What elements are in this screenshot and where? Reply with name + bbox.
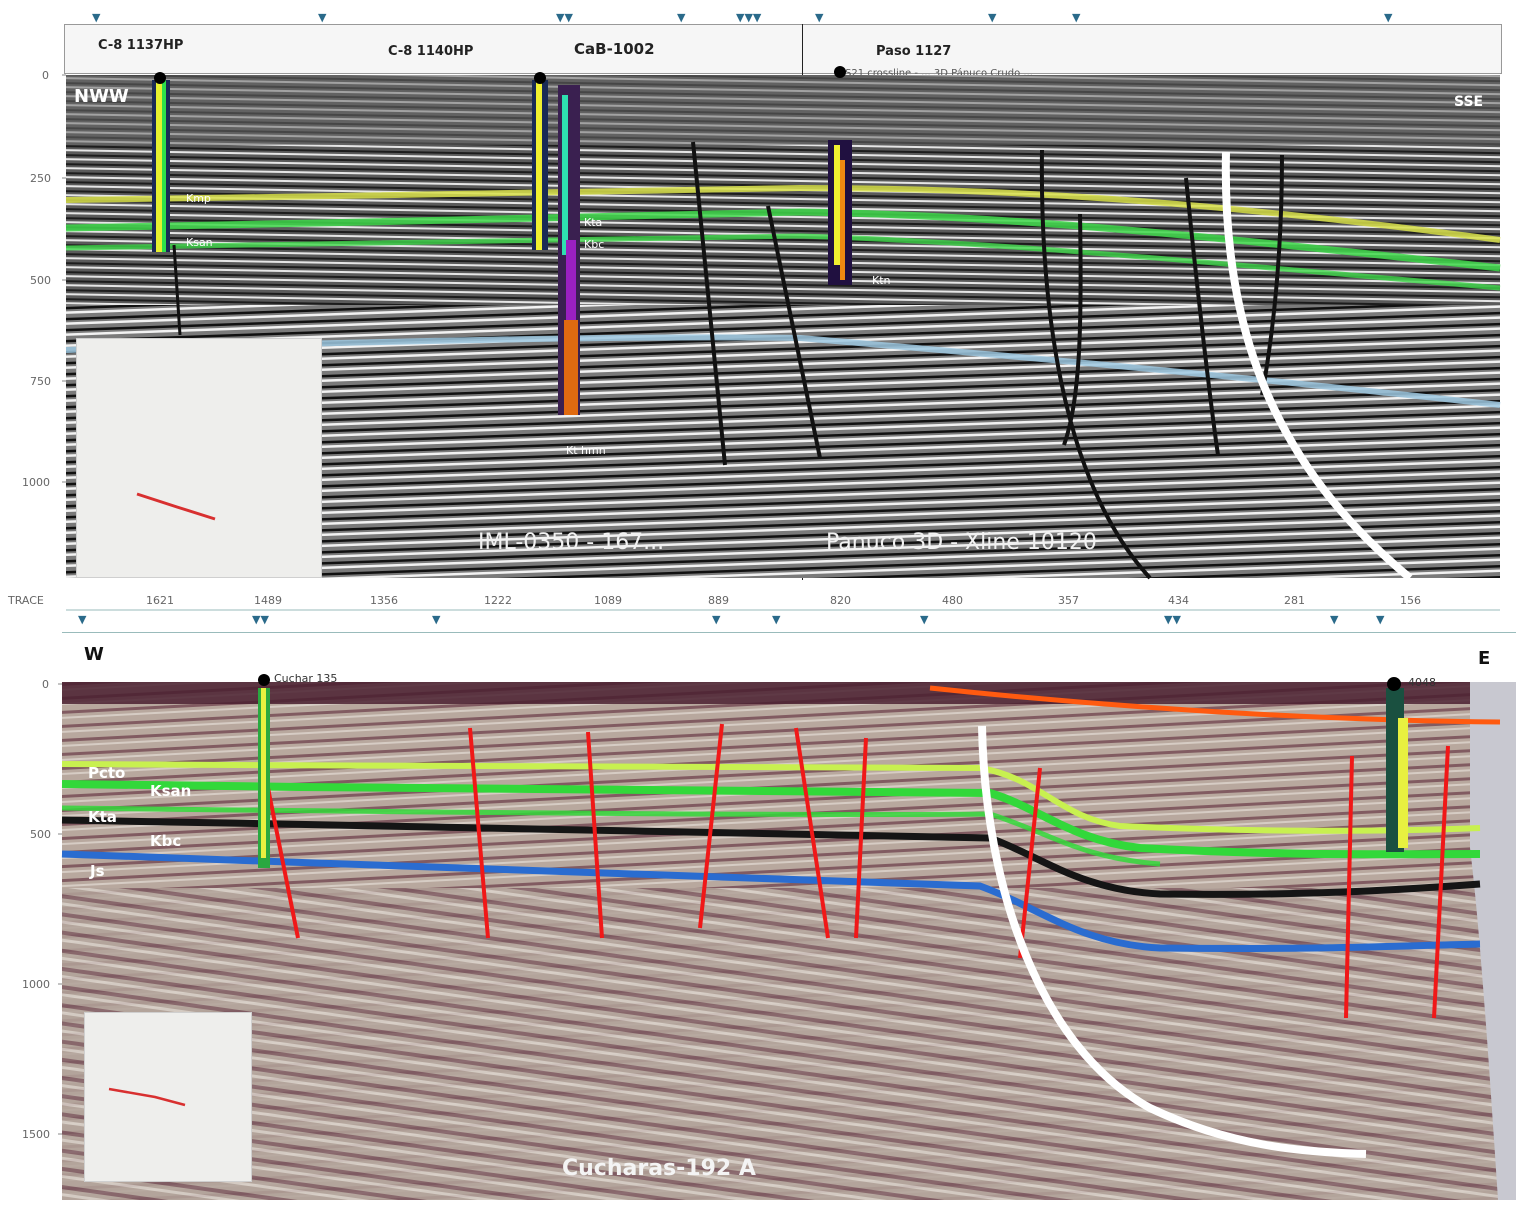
well-marker-icon: ▼	[920, 613, 929, 625]
location-inset-map	[84, 1012, 252, 1182]
top-seismic-panel: ▼ ▼ ▼▼ ▼ ▼▼▼ ▼ ▼ ▼ ▼ C-8 1137HP C-8 1140…	[0, 0, 1526, 625]
line-label-right: Panuco 3D - Xline 10120	[826, 530, 1097, 555]
well-marker-icon: ▼	[1376, 613, 1385, 625]
x-tick: 1356	[370, 594, 398, 607]
well-marker-icon: ▼▼	[1164, 613, 1181, 625]
well-marker-icon: ▼	[772, 613, 781, 625]
y-tick: 0	[42, 678, 49, 691]
horizon-label: Kbc	[150, 832, 182, 850]
direction-label-sse: SSE	[1454, 94, 1484, 110]
horizon-label: Kmp	[186, 192, 211, 205]
x-tick: 889	[708, 594, 729, 607]
x-tick: 281	[1284, 594, 1305, 607]
well-track-c8-1137hp	[152, 72, 170, 252]
x-tick: 434	[1168, 594, 1189, 607]
location-inset-map	[76, 338, 322, 578]
x-tick: 1621	[146, 594, 174, 607]
well-track-c8-1140hp	[532, 72, 548, 250]
direction-label-nww: NWW	[74, 86, 129, 107]
y-tick: 500	[30, 274, 51, 287]
x-tick: 156	[1400, 594, 1421, 607]
well-label-left: Cuchar 135	[274, 672, 338, 685]
well-track-left	[258, 674, 270, 868]
horizon-label: Kta	[88, 808, 117, 826]
location-line-icon	[108, 1087, 186, 1107]
location-line-icon	[136, 492, 216, 521]
x-tick: 820	[830, 594, 851, 607]
well-track-cab-1002	[558, 85, 580, 415]
x-axis-label: TRACE	[8, 594, 44, 607]
line-label-left: IML-0350 - 167...	[478, 530, 665, 555]
x-tick: 480	[942, 594, 963, 607]
well-marker-icon: ▼	[78, 613, 87, 625]
horizon-label: Pcto	[88, 764, 126, 782]
horizon-label: Ktn	[872, 274, 891, 287]
y-tick: 1000	[22, 476, 50, 489]
bottom-seismic-panel: W E Cuchar 135 4048 Pcto Ksan Kta Kbc Js…	[0, 628, 1526, 1208]
horizon-label: Kta	[584, 216, 603, 229]
well-marker-icon: ▼▼	[252, 613, 269, 625]
horizon-label: Kbc	[584, 238, 605, 251]
horizon-label: Ksan	[150, 782, 192, 800]
horizon-label: Kt hmn	[566, 444, 606, 457]
well-marker-icon: ▼	[712, 613, 721, 625]
x-tick: 1489	[254, 594, 282, 607]
y-tick: 500	[30, 828, 51, 841]
x-tick: 1089	[594, 594, 622, 607]
y-tick: 750	[30, 375, 51, 388]
line-label: Cucharas-192 A	[562, 1156, 756, 1181]
y-tick: 1000	[22, 978, 50, 991]
x-tick: 1222	[484, 594, 512, 607]
horizon-label: Ksan	[186, 236, 213, 249]
well-marker-icon: ▼	[432, 613, 441, 625]
y-tick: 0	[42, 69, 49, 82]
y-tick: 250	[30, 172, 51, 185]
x-tick: 357	[1058, 594, 1079, 607]
well-marker-icon: ▼	[1330, 613, 1339, 625]
well-label-right: 4048	[1408, 676, 1436, 689]
y-tick: 1500	[22, 1128, 50, 1141]
horizon-label: Js	[90, 862, 105, 880]
